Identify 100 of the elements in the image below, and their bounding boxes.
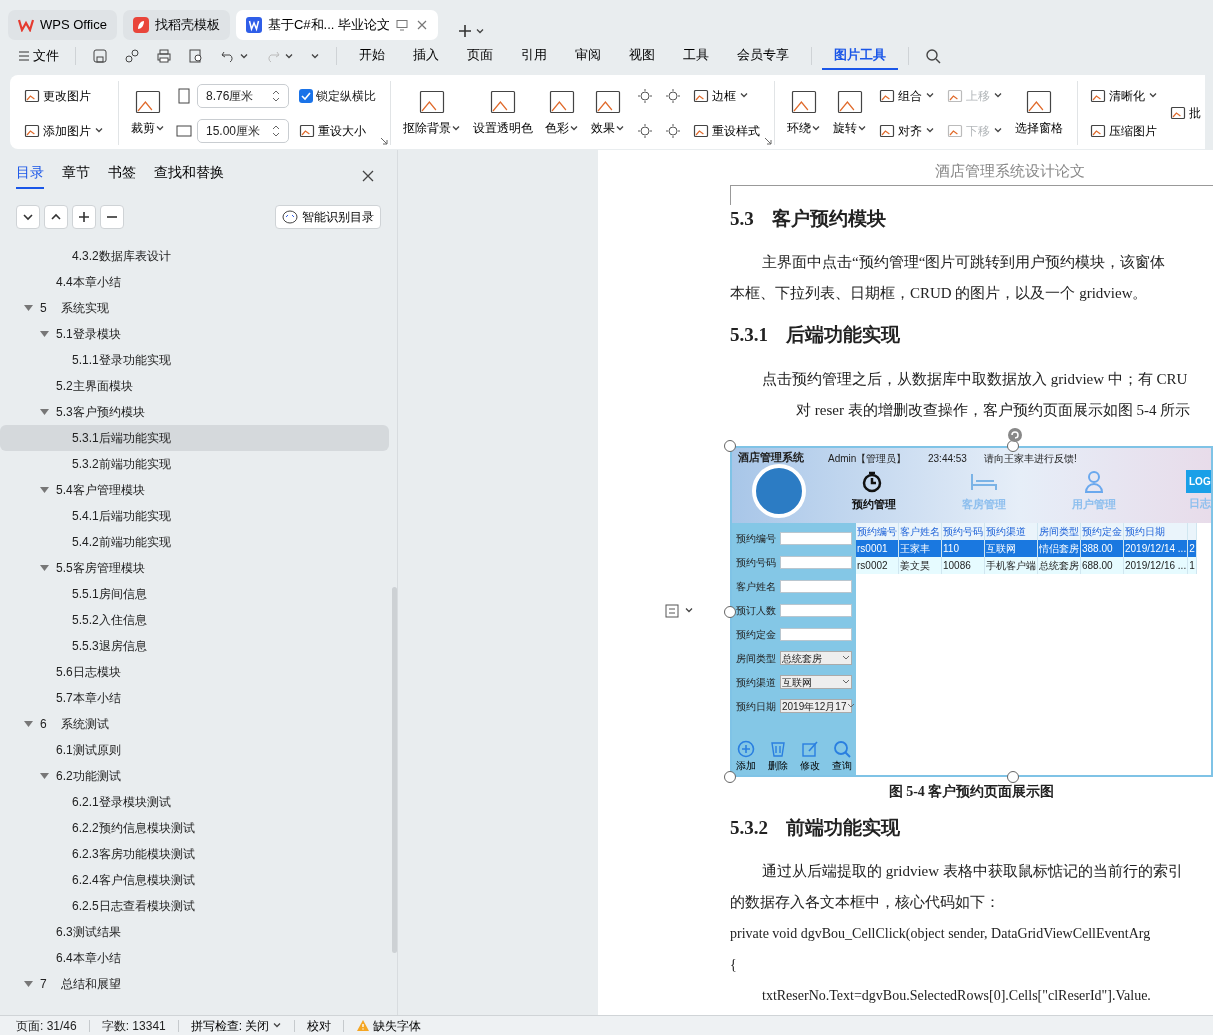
outline-item[interactable]: 5.5客房管理模块 <box>0 555 389 581</box>
expanded-triangle-icon[interactable] <box>40 564 49 572</box>
toolbar-button[interactable]: 裁剪 <box>129 81 167 145</box>
window-tab[interactable]: WPS Office <box>8 10 117 40</box>
outline-item[interactable]: 6.2.3客房功能模块测试 <box>0 841 389 867</box>
toolbar-button[interactable]: 效果 <box>589 81 627 145</box>
close-icon[interactable] <box>416 19 429 31</box>
file-menu[interactable]: 文件 <box>12 44 65 68</box>
ribbon-tab[interactable]: 页面 <box>455 42 505 70</box>
ribbon-tab[interactable]: 插入 <box>401 42 451 70</box>
window-tab[interactable]: 基于C#和... 毕业论文 <box>235 10 439 40</box>
resize-handle[interactable] <box>724 439 736 452</box>
toolbar-button[interactable]: 清晰化 <box>1088 86 1160 105</box>
toolbar-button[interactable]: 压缩图片 <box>1088 121 1160 140</box>
outline-item[interactable]: 5.3.2前端功能实现 <box>0 451 389 477</box>
missing-fonts-button[interactable]: 缺失字体 <box>356 1016 422 1035</box>
toolbar-button[interactable] <box>635 87 655 104</box>
ribbon-tab[interactable]: 开始 <box>347 42 397 70</box>
outline-item[interactable]: 5.4.2前端功能实现 <box>0 529 389 555</box>
dropdown-field[interactable]: 总统套房 <box>780 651 852 665</box>
outline-item[interactable]: 4.3.2数据库表设计 <box>0 243 389 269</box>
expanded-triangle-icon[interactable] <box>40 408 49 416</box>
toolbar-button[interactable]: 重设样式 <box>691 121 762 140</box>
expanded-triangle-icon[interactable] <box>40 486 49 494</box>
toolbar-button[interactable]: 抠除背景 <box>401 81 463 145</box>
proofread-button[interactable]: 校对 <box>307 1016 332 1035</box>
outline-item[interactable]: 5.3.1后端功能实现 <box>0 425 389 451</box>
toolbar-button[interactable]: 批 <box>1168 104 1203 122</box>
input-field[interactable] <box>780 555 852 569</box>
outline-button[interactable] <box>72 205 96 229</box>
ribbon-tab[interactable]: 引用 <box>509 42 559 70</box>
dropdown-field[interactable]: 2019年12月17 <box>780 699 852 713</box>
outline-item[interactable]: 6.4本章小结 <box>0 945 389 971</box>
checkbox[interactable] <box>299 88 313 103</box>
outline-button[interactable] <box>100 205 124 229</box>
outline-item[interactable]: 6.2.5日志查看模块测试 <box>0 893 389 919</box>
outline-item[interactable]: 6.2.1登录模块测试 <box>0 789 389 815</box>
toolbar-button[interactable]: 色彩 <box>543 81 581 145</box>
outline-item[interactable]: 5.3客户预约模块 <box>0 399 389 425</box>
ribbon-tab[interactable]: 会员专享 <box>725 42 801 70</box>
toolbar-button[interactable]: 重设大小 <box>297 121 378 140</box>
toolbar-button[interactable]: 对齐 <box>877 121 937 140</box>
toolbar-button[interactable]: 环绕 <box>785 81 823 145</box>
panel-tab[interactable]: 目录 <box>16 162 44 189</box>
app-action-button[interactable]: 删除 <box>768 739 788 773</box>
outline-item[interactable]: 6.3测试结果 <box>0 919 389 945</box>
toolbar-button[interactable] <box>663 87 683 104</box>
expanded-triangle-icon[interactable] <box>24 720 33 728</box>
expanded-triangle-icon[interactable] <box>24 980 33 988</box>
outline-item[interactable]: 5.7本章小结 <box>0 685 389 711</box>
outline-item[interactable]: 5.4客户管理模块 <box>0 477 389 503</box>
toolbar-button[interactable]: 旋转 <box>831 81 869 145</box>
outline-item[interactable]: 5.4.1后端功能实现 <box>0 503 389 529</box>
outline-button[interactable] <box>16 205 40 229</box>
toolbar-button[interactable]: 选择窗格 <box>1013 81 1065 145</box>
rotate-handle-icon[interactable] <box>1007 426 1023 443</box>
outline-item[interactable]: 7 总结和展望 <box>0 971 389 997</box>
outline-item[interactable]: 6.2功能测试 <box>0 763 389 789</box>
outline-item[interactable]: 5 系统实现 <box>0 295 389 321</box>
input-field[interactable] <box>780 627 852 641</box>
toolbar-button[interactable]: 添加图片 <box>22 121 106 140</box>
outline-item[interactable]: 4.4本章小结 <box>0 269 389 295</box>
app-nav-item[interactable]: 预约管理 <box>852 469 896 512</box>
app-action-button[interactable]: 添加 <box>736 739 756 773</box>
app-action-button[interactable]: 修改 <box>800 739 820 773</box>
toolbar-button[interactable]: 边框 <box>691 86 762 105</box>
toolbar-button[interactable]: 设置透明色 <box>471 81 535 145</box>
toolbar-button[interactable] <box>663 122 683 139</box>
outline-button[interactable] <box>44 205 68 229</box>
input-field[interactable] <box>780 603 852 617</box>
panel-tab[interactable]: 书签 <box>108 162 136 189</box>
expanded-triangle-icon[interactable] <box>40 772 49 780</box>
dialog-launcher-icon[interactable] <box>764 137 772 145</box>
dropdown-field[interactable]: 互联网 <box>780 675 852 689</box>
input-field[interactable] <box>780 579 852 593</box>
panel-tab[interactable]: 章节 <box>62 162 90 189</box>
outline-item[interactable]: 5.5.2入住信息 <box>0 607 389 633</box>
outline-item[interactable]: 5.1.1登录功能实现 <box>0 347 389 373</box>
outline-item[interactable]: 6.2.2预约信息模块测试 <box>0 815 389 841</box>
outline-item[interactable]: 5.5.1房间信息 <box>0 581 389 607</box>
dialog-launcher-icon[interactable] <box>380 137 388 145</box>
smart-toc-button[interactable]: 智能识别目录 <box>275 205 381 229</box>
app-action-button[interactable]: 查询 <box>832 739 852 773</box>
outline-item[interactable]: 5.5.3退房信息 <box>0 633 389 659</box>
outline-item[interactable]: 6.2.4客户信息模块测试 <box>0 867 389 893</box>
toolbar-button[interactable]: 组合 <box>877 86 937 105</box>
monitor-icon[interactable] <box>396 19 409 31</box>
scrollbar[interactable] <box>392 587 397 953</box>
panel-tab[interactable]: 查找和替换 <box>154 162 224 189</box>
outline-item[interactable]: 6.1测试原则 <box>0 737 389 763</box>
ribbon-tab[interactable]: 工具 <box>671 42 721 70</box>
window-tab[interactable]: 找稻壳模板 <box>122 10 230 40</box>
spell-check-dropdown[interactable]: 拼写检查: 关闭 <box>190 1016 283 1035</box>
ribbon-tab[interactable]: 审阅 <box>563 42 613 70</box>
outline-item[interactable]: 5.2主界面模块 <box>0 373 389 399</box>
outline-item[interactable]: 5.1登录模块 <box>0 321 389 347</box>
expanded-triangle-icon[interactable] <box>40 330 49 338</box>
number-field[interactable]: 8.76厘米 <box>197 83 289 108</box>
toolbar-button[interactable] <box>635 122 655 139</box>
number-field[interactable]: 15.00厘米 <box>197 118 289 143</box>
